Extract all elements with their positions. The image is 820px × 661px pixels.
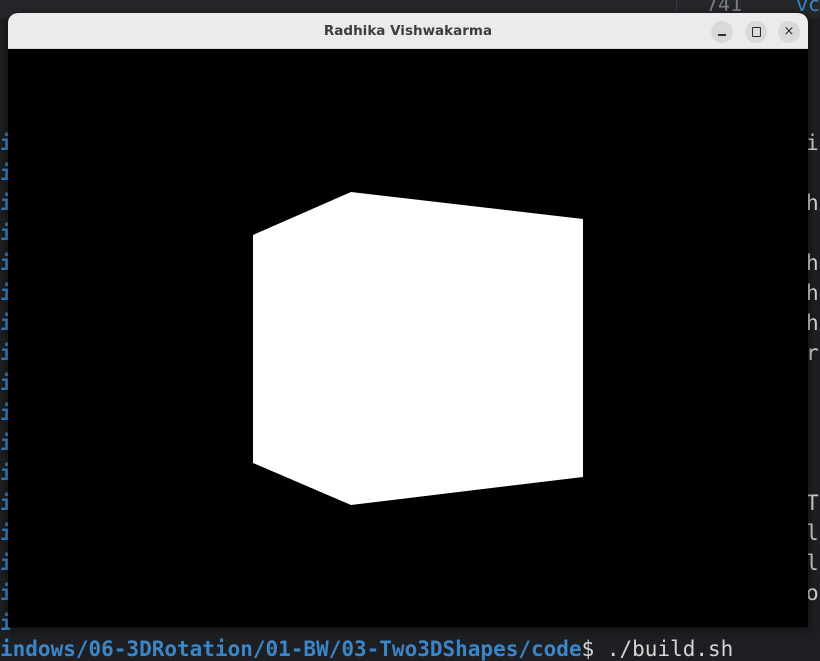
terminal-path: indows/06-3DRotation/01-BW/03-Two3DShape… bbox=[0, 637, 582, 661]
window-titlebar[interactable]: Radhika Vishwakarma × bbox=[8, 13, 808, 49]
terminal-right-char: h bbox=[806, 281, 819, 305]
app-window: Radhika Vishwakarma × bbox=[8, 13, 808, 627]
terminal-prompt-line: indows/06-3DRotation/01-BW/03-Two3DShape… bbox=[0, 632, 820, 661]
terminal-right-char bbox=[806, 428, 820, 458]
terminal-right-char: h bbox=[806, 311, 819, 335]
render-canvas[interactable] bbox=[8, 49, 808, 627]
desktop: 741 vc iiiiiiiiiiiiiiiii ihhhhrTllo indo… bbox=[0, 0, 820, 661]
terminal-right-char: l bbox=[806, 551, 819, 575]
close-button[interactable]: × bbox=[778, 21, 800, 43]
maximize-button[interactable] bbox=[745, 21, 767, 43]
terminal-command: $ ./build.sh bbox=[581, 637, 734, 661]
terminal-right-char bbox=[806, 218, 820, 248]
terminal-right-char: h bbox=[806, 191, 819, 215]
terminal-right-char: r bbox=[806, 341, 819, 365]
terminal-right-char: i bbox=[806, 131, 819, 155]
terminal-right-char: T bbox=[806, 491, 819, 515]
terminal-right-char: l bbox=[806, 521, 819, 545]
window-title: Radhika Vishwakarma bbox=[323, 23, 493, 39]
close-icon: × bbox=[783, 24, 795, 39]
terminal-right-char: o bbox=[806, 581, 819, 605]
terminal-right-char: h bbox=[806, 251, 819, 275]
terminal-right-char bbox=[806, 458, 820, 488]
terminal-right-column: ihhhhrTllo bbox=[806, 128, 820, 638]
minimize-icon bbox=[718, 34, 726, 36]
maximize-icon bbox=[752, 27, 761, 37]
terminal-right-char bbox=[806, 398, 820, 428]
terminal-right-char bbox=[806, 158, 820, 188]
scene-svg bbox=[8, 49, 808, 627]
cube-shape bbox=[253, 192, 583, 505]
terminal-right-char bbox=[806, 368, 820, 398]
minimize-button[interactable] bbox=[711, 21, 733, 43]
